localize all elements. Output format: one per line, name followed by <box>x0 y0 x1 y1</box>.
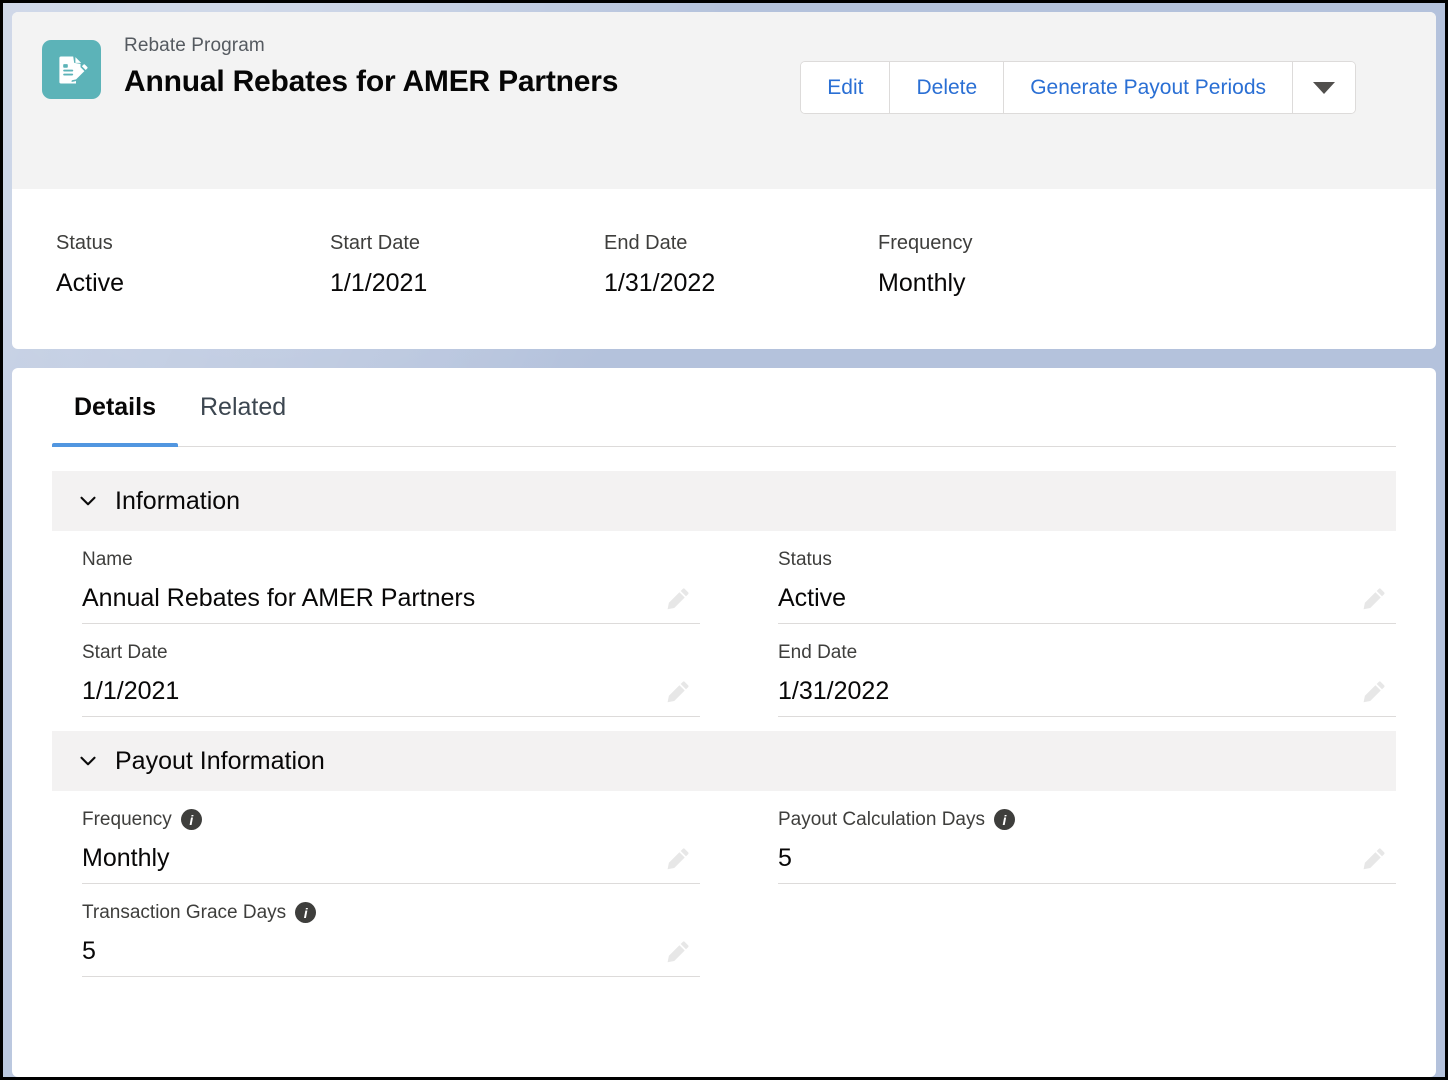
field-value: 5 <box>778 844 792 872</box>
field-value: Active <box>778 584 847 612</box>
field-label: Status <box>778 547 1396 572</box>
payout-information-fields: Frequency i Monthly Payout Calculation D… <box>52 791 1396 977</box>
field-value-row: Active <box>778 572 1396 624</box>
highlight-label: Start Date <box>330 232 421 254</box>
highlight-label: Status <box>56 232 113 254</box>
highlight-value: 1/31/2022 <box>604 269 716 297</box>
field-label: Frequency i <box>82 807 700 832</box>
field-value-row: Monthly <box>82 832 700 884</box>
pencil-icon[interactable] <box>1360 585 1388 613</box>
field-start-date: Start Date 1/1/2021 <box>52 624 700 717</box>
record-header: Rebate Program Annual Rebates for AMER P… <box>12 12 1436 189</box>
chevron-down-icon <box>1313 81 1335 94</box>
highlight-value: 1/1/2021 <box>330 269 428 297</box>
field-label: Name <box>82 547 700 572</box>
highlight-fields: Status Active Start Date 1/1/2021 End Da… <box>12 189 1436 299</box>
details-body: Information Name Annual Rebates for AMER… <box>12 447 1436 977</box>
field-value: Annual Rebates for AMER Partners <box>82 584 476 612</box>
object-type-label: Rebate Program <box>124 35 265 56</box>
document-edit-icon <box>42 40 101 99</box>
section-title: Information <box>115 487 241 515</box>
info-icon[interactable]: i <box>295 902 317 923</box>
field-name: Name Annual Rebates for AMER Partners <box>52 531 700 624</box>
chevron-down-icon <box>77 490 99 512</box>
field-label-text: Payout Calculation Days <box>778 809 985 830</box>
record-details-panel: Details Related Information Name Annual … <box>12 368 1436 1077</box>
generate-payout-periods-button[interactable]: Generate Payout Periods <box>1004 62 1293 113</box>
edit-button[interactable]: Edit <box>801 62 891 113</box>
field-value: 1/1/2021 <box>82 677 180 705</box>
highlight-value: Monthly <box>878 269 966 297</box>
field-value-row: 5 <box>778 832 1396 884</box>
section-title: Payout Information <box>115 747 325 775</box>
field-value-row: 1/31/2022 <box>778 665 1396 717</box>
field-payout-calculation-days: Payout Calculation Days i 5 <box>748 791 1396 884</box>
field-label-text: Start Date <box>82 642 168 663</box>
highlight-field-status: Status Active <box>56 231 330 299</box>
pencil-icon[interactable] <box>664 938 692 966</box>
field-end-date: End Date 1/31/2022 <box>748 624 1396 717</box>
field-label: Payout Calculation Days i <box>778 807 1396 832</box>
field-label: Transaction Grace Days i <box>82 900 700 925</box>
field-label-text: Transaction Grace Days <box>82 902 287 923</box>
tabbar: Details Related <box>12 368 1436 447</box>
pencil-icon[interactable] <box>1360 678 1388 706</box>
field-value-row: Annual Rebates for AMER Partners <box>82 572 700 624</box>
delete-button[interactable]: Delete <box>890 62 1005 113</box>
pencil-icon[interactable] <box>664 678 692 706</box>
screen: Rebate Program Annual Rebates for AMER P… <box>0 0 1448 1080</box>
field-empty-placeholder <box>748 884 1396 977</box>
tab-details[interactable]: Details <box>52 368 178 447</box>
title-block: Rebate Program Annual Rebates for AMER P… <box>124 34 704 104</box>
field-label-text: Frequency <box>82 809 172 830</box>
field-value: 5 <box>82 937 96 965</box>
field-value: Monthly <box>82 844 170 872</box>
tab-related[interactable]: Related <box>178 368 308 447</box>
field-label-text: End Date <box>778 642 858 663</box>
field-frequency: Frequency i Monthly <box>52 791 700 884</box>
record-actions-group: Edit Delete Generate Payout Periods <box>800 61 1356 114</box>
pencil-icon[interactable] <box>1360 845 1388 873</box>
pencil-icon[interactable] <box>664 845 692 873</box>
information-fields: Name Annual Rebates for AMER Partners St… <box>52 531 1396 717</box>
field-label: Start Date <box>82 640 700 665</box>
section-header-payout-information[interactable]: Payout Information <box>52 731 1396 791</box>
field-label-text: Name <box>82 549 133 570</box>
field-value-row: 5 <box>82 925 700 977</box>
highlight-label: Frequency <box>878 232 973 254</box>
pencil-icon[interactable] <box>664 585 692 613</box>
field-label: End Date <box>778 640 1396 665</box>
highlight-field-end-date: End Date 1/31/2022 <box>604 231 878 299</box>
page-backdrop: Rebate Program Annual Rebates for AMER P… <box>3 3 1445 1077</box>
field-value-row: 1/1/2021 <box>82 665 700 717</box>
highlight-value: Active <box>56 269 125 297</box>
highlight-field-frequency: Frequency Monthly <box>878 231 973 299</box>
page-title: Annual Rebates for AMER Partners <box>124 65 619 98</box>
record-highlights-panel: Rebate Program Annual Rebates for AMER P… <box>12 12 1436 349</box>
field-transaction-grace-days: Transaction Grace Days i 5 <box>52 884 700 977</box>
field-label-text: Status <box>778 549 832 570</box>
field-value: 1/31/2022 <box>778 677 890 705</box>
more-actions-button[interactable] <box>1293 62 1355 113</box>
field-status: Status Active <box>748 531 1396 624</box>
chevron-down-icon <box>77 750 99 772</box>
info-icon[interactable]: i <box>994 809 1015 830</box>
highlight-label: End Date <box>604 232 688 254</box>
section-header-information[interactable]: Information <box>52 471 1396 531</box>
tablist: Details Related <box>52 368 1396 447</box>
highlight-field-start-date: Start Date 1/1/2021 <box>330 231 604 299</box>
info-icon[interactable]: i <box>180 809 202 830</box>
